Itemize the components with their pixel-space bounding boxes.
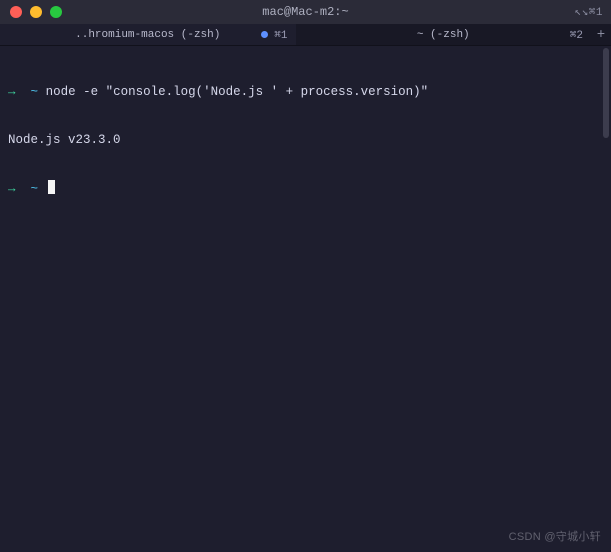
terminal-line-prompt: → ~ — [8, 180, 603, 197]
watermark-text: CSDN @守城小轩 — [509, 528, 601, 544]
tab-right: ⌘2 — [570, 28, 583, 42]
maximize-icon[interactable] — [50, 6, 62, 18]
prompt-path: ~ — [31, 85, 39, 99]
close-icon[interactable] — [10, 6, 22, 18]
command-text: node -e "console.log('Node.js ' + proces… — [46, 85, 429, 99]
dirty-dot-icon — [261, 31, 268, 38]
prompt-arrow-icon: → — [8, 85, 16, 99]
terminal-line-output: Node.js v23.3.0 — [8, 132, 603, 148]
prompt-arrow-icon: → — [8, 182, 16, 196]
tab-2[interactable]: ~ (-zsh) ⌘2 — [296, 24, 592, 45]
scrollbar-vertical[interactable] — [603, 48, 609, 138]
resize-icon: ↖↘ — [575, 7, 589, 19]
titlebar-shortcut-text: ⌘1 — [589, 7, 603, 19]
minimize-icon[interactable] — [30, 6, 42, 18]
tab-1[interactable]: ..hromium-macos (-zsh) ⌘1 — [0, 24, 296, 45]
window-title: mac@Mac-m2:~ — [262, 5, 348, 19]
tab-label: ..hromium-macos (-zsh) — [75, 29, 220, 41]
titlebar-shortcut: ↖↘⌘1 — [575, 5, 603, 19]
plus-icon: + — [597, 27, 605, 43]
tab-shortcut: ⌘2 — [570, 28, 583, 42]
tab-label: ~ (-zsh) — [417, 29, 470, 41]
add-tab-button[interactable]: + — [591, 24, 611, 45]
terminal-viewport[interactable]: → ~ node -e "console.log('Node.js ' + pr… — [0, 46, 611, 552]
terminal-line-input: → ~ node -e "console.log('Node.js ' + pr… — [8, 84, 603, 100]
tab-bar: ..hromium-macos (-zsh) ⌘1 ~ (-zsh) ⌘2 + — [0, 24, 611, 46]
tab-shortcut: ⌘1 — [274, 28, 287, 42]
titlebar: mac@Mac-m2:~ ↖↘⌘1 — [0, 0, 611, 24]
prompt-path: ~ — [31, 182, 39, 196]
window-controls — [0, 6, 62, 18]
tab-right: ⌘1 — [261, 28, 287, 42]
cursor-icon — [48, 180, 55, 194]
